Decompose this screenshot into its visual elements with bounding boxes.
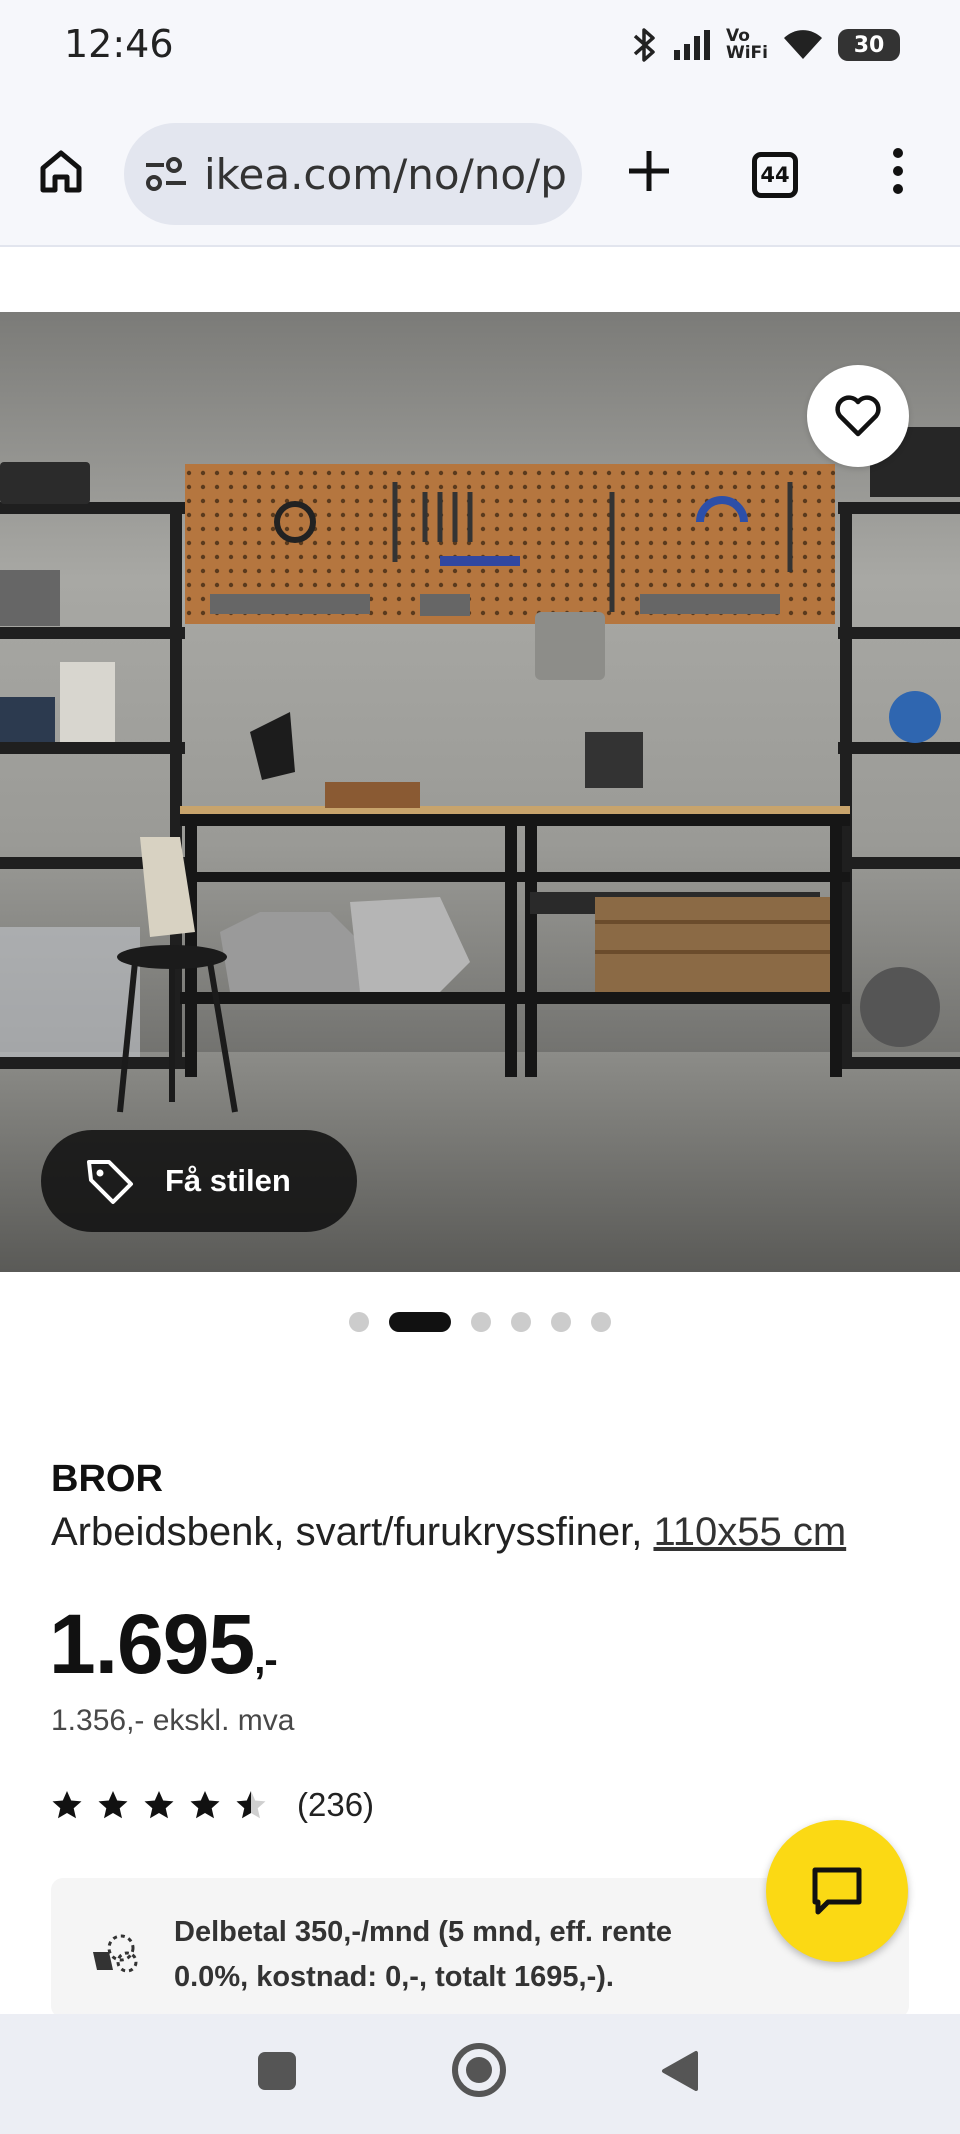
url-text[interactable]: ikea.com/no/no/p — [204, 150, 567, 199]
price-ex-vat: 1.356,- ekskl. mva — [51, 1704, 295, 1737]
workshop-scene-image — [0, 312, 960, 1272]
home-nav-dot — [466, 2057, 492, 2083]
product-price: 1.695,- — [49, 1596, 278, 1693]
new-tab-button[interactable] — [618, 140, 680, 202]
more-vert-icon[interactable] — [876, 140, 920, 202]
review-count: (236) — [297, 1786, 375, 1823]
carousel-dot[interactable] — [551, 1312, 571, 1332]
bluetooth-icon — [633, 28, 655, 62]
back-button[interactable] — [660, 2049, 700, 2093]
carousel-dot-active[interactable] — [389, 1312, 451, 1332]
recents-button[interactable] — [258, 2052, 296, 2090]
wifi-icon — [784, 30, 822, 59]
vowifi-icon: Vo WiFi — [725, 26, 768, 63]
installment-text: Delbetal 350,-/mnd (5 mnd, eff. rente 0.… — [174, 1916, 672, 1993]
home-nav-button[interactable] — [452, 2043, 506, 2097]
star-icon — [190, 1791, 220, 1819]
favorite-button[interactable] — [807, 365, 909, 467]
star-half-icon — [236, 1791, 266, 1819]
price-suffix: ,- — [254, 1638, 277, 1682]
status-time: 12:46 — [64, 22, 174, 66]
carousel-dots — [0, 1312, 960, 1332]
chat-icon — [812, 1867, 862, 1915]
home-icon — [40, 150, 82, 193]
chat-button[interactable] — [766, 1820, 908, 1962]
price-value: 1.695 — [49, 1597, 255, 1691]
carousel-dot[interactable] — [591, 1312, 611, 1332]
heart-icon — [835, 395, 881, 437]
product-brand: BROR — [51, 1458, 163, 1500]
get-the-style-button[interactable]: Få stilen — [41, 1130, 357, 1232]
product-description: Arbeidsbenk, svart/furukryssfiner, 110x5… — [51, 1510, 846, 1555]
status-icons: Vo WiFi 30 — [632, 26, 900, 64]
tabs-icon[interactable]: 44 — [752, 152, 798, 198]
star-icon — [144, 1791, 174, 1819]
tune-icon[interactable] — [142, 150, 190, 198]
product-image[interactable] — [0, 312, 960, 1272]
product-description-text: Arbeidsbenk, svart/furukryssfiner, — [51, 1510, 654, 1554]
signal-icon — [673, 30, 710, 60]
star-icon — [98, 1791, 128, 1819]
home-button[interactable] — [30, 140, 92, 202]
carousel-dot[interactable] — [349, 1312, 369, 1332]
get-the-style-label: Få stilen — [165, 1163, 291, 1198]
status-bar: 12:46 Vo WiFi 30 — [0, 0, 960, 95]
carousel-dot[interactable] — [471, 1312, 491, 1332]
installment-icon — [93, 1934, 138, 1973]
product-size-link[interactable]: 110x55 cm — [653, 1510, 846, 1554]
battery-icon: 30 — [838, 29, 900, 61]
tag-icon — [87, 1160, 133, 1204]
plus-icon — [629, 151, 669, 191]
rating[interactable]: (236) — [51, 1786, 374, 1824]
carousel-dot[interactable] — [511, 1312, 531, 1332]
star-icon — [52, 1791, 82, 1819]
url-bar[interactable]: ikea.com/no/no/p — [124, 123, 582, 225]
